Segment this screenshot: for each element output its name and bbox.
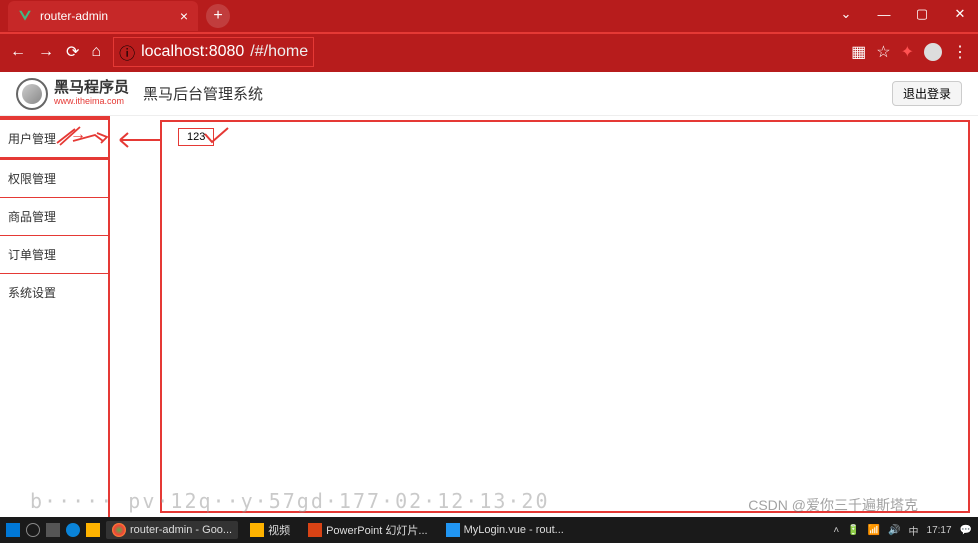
sidebar-item-label: 订单管理 [8, 248, 56, 262]
annotation-arrow-left-icon [112, 128, 162, 152]
new-tab-button[interactable]: + [206, 4, 230, 28]
tray-wifi-icon[interactable]: 📶 [868, 525, 880, 536]
sidebar-item-label: 用户管理 [8, 132, 56, 146]
reload-button[interactable]: ⟳ [66, 42, 79, 62]
close-button[interactable]: ✕ [948, 6, 972, 22]
faded-overlay-text: b····· pv·12q··y·57gd·177·02·12·13·20 [30, 489, 550, 513]
extension-icon[interactable]: ✦ [901, 42, 914, 62]
minimize-button[interactable]: — [872, 7, 896, 22]
taskbar-right: ˄ 🔋 📶 🔊 中 17:17 💬 [833, 523, 972, 538]
page-title: 黑马后台管理系统 [143, 83, 263, 104]
menu-icon[interactable]: ⋮ [952, 42, 968, 62]
annotation-arrow-icon: → [70, 126, 86, 144]
taskbar: router-admin - Goo... 视频 PowerPoint 幻灯片.… [0, 517, 978, 543]
taskbar-item-vscode[interactable]: MyLogin.vue - rout... [440, 521, 570, 539]
taskbar-item-powerpoint[interactable]: PowerPoint 幻灯片... [302, 520, 433, 540]
avatar[interactable] [924, 43, 942, 61]
search-icon[interactable] [26, 523, 40, 537]
tray-up-icon[interactable]: ˄ [833, 525, 839, 536]
tab-title: router-admin [40, 9, 172, 23]
maximize-button[interactable]: ▢ [910, 6, 934, 22]
watermark: CSDN @爱你三千遍斯塔克 [748, 495, 918, 515]
taskbar-item-label: 视频 [268, 522, 290, 538]
edge-icon[interactable] [66, 523, 80, 537]
explorer-icon[interactable] [86, 523, 100, 537]
logout-button[interactable]: 退出登录 [892, 81, 962, 106]
sidebar-item-settings[interactable]: 系统设置 [0, 274, 108, 311]
window-controls: ⌄ — ▢ ✕ [834, 6, 972, 22]
grid-icon[interactable]: ▦ [851, 42, 866, 62]
powerpoint-icon [308, 523, 322, 537]
sidebar-item-users[interactable]: 用户管理 → [0, 118, 108, 159]
url-path: /#/home [250, 43, 308, 61]
vue-icon [18, 9, 32, 23]
browser-chrome: router-admin × + ⌄ — ▢ ✕ ← → ⟳ ⌂ ⓘ local… [0, 0, 978, 72]
tray-battery-icon[interactable]: 🔋 [847, 525, 859, 536]
main-area: 123 [160, 120, 970, 513]
annotation-check-icon [202, 126, 232, 148]
url-input[interactable]: ⓘ localhost:8080 /#/home [113, 37, 314, 67]
sidebar-item-label: 权限管理 [8, 172, 56, 186]
home-button[interactable]: ⌂ [91, 43, 101, 61]
back-button[interactable]: ← [10, 43, 26, 61]
logo-icon [16, 78, 48, 110]
sidebar-item-label: 系统设置 [8, 286, 56, 300]
address-bar: ← → ⟳ ⌂ ⓘ localhost:8080 /#/home ▦ ☆ ✦ ⋮ [0, 32, 978, 70]
vscode-icon [446, 523, 460, 537]
sidebar-item-label: 商品管理 [8, 210, 56, 224]
info-icon: ⓘ [119, 40, 135, 64]
folder-icon [250, 523, 264, 537]
sidebar: 用户管理 → 权限管理 商品管理 订单管理 系统设置 [0, 116, 110, 517]
sidebar-item-orders[interactable]: 订单管理 [0, 236, 108, 274]
addr-right-icons: ▦ ☆ ✦ ⋮ [851, 42, 968, 62]
content: 用户管理 → 权限管理 商品管理 订单管理 系统设置 123 [0, 116, 978, 517]
taskbar-item-folder[interactable]: 视频 [244, 520, 296, 540]
url-host: localhost:8080 [141, 43, 244, 61]
taskbar-item-chrome[interactable]: router-admin - Goo... [106, 521, 238, 539]
notifications-icon[interactable]: 💬 [960, 525, 972, 536]
logo: 黑马程序员 www.itheima.com [16, 78, 129, 110]
tab-bar: router-admin × + ⌄ — ▢ ✕ [0, 0, 978, 32]
tray-volume-icon[interactable]: 🔊 [888, 525, 900, 536]
sidebar-item-permissions[interactable]: 权限管理 [0, 159, 108, 198]
sidebar-item-goods[interactable]: 商品管理 [0, 198, 108, 236]
star-icon[interactable]: ☆ [876, 42, 890, 62]
taskbar-item-label: PowerPoint 幻灯片... [326, 522, 427, 538]
logo-text-en: www.itheima.com [54, 97, 129, 107]
tray-lang[interactable]: 中 [909, 523, 919, 538]
taskbar-time[interactable]: 17:17 [927, 525, 952, 536]
taskbar-item-label: MyLogin.vue - rout... [464, 524, 564, 536]
logo-text-ch: 黑马程序员 [54, 80, 129, 97]
browser-tab[interactable]: router-admin × [8, 1, 198, 31]
chrome-icon [112, 523, 126, 537]
close-icon[interactable]: × [180, 8, 188, 24]
chevron-down-icon[interactable]: ⌄ [834, 6, 858, 22]
page-header: 黑马程序员 www.itheima.com 黑马后台管理系统 退出登录 [0, 72, 978, 116]
forward-button[interactable]: → [38, 43, 54, 61]
task-view-icon[interactable] [46, 523, 60, 537]
taskbar-item-label: router-admin - Goo... [130, 524, 232, 536]
windows-start-icon[interactable] [6, 523, 20, 537]
